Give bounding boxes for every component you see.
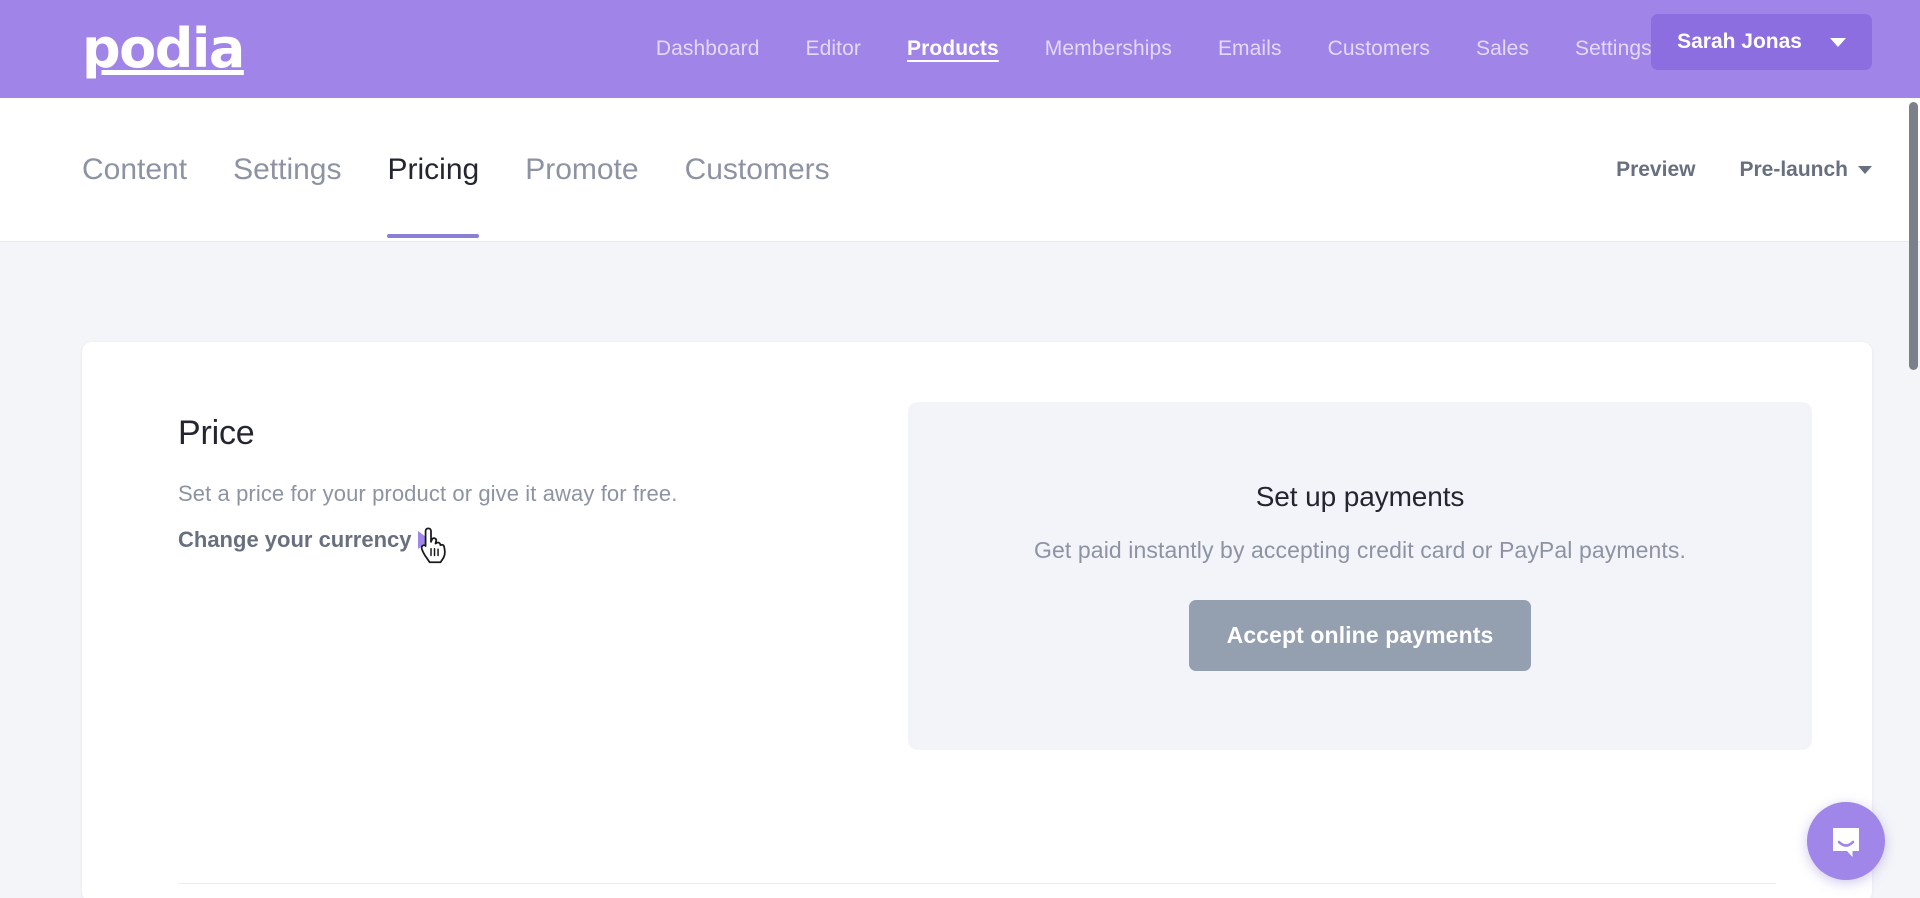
- change-currency-link[interactable]: Change your currency: [178, 527, 430, 553]
- setup-payments-panel: Set up payments Get paid instantly by ac…: [908, 402, 1812, 750]
- podia-logo[interactable]: podia: [82, 22, 245, 76]
- triangle-right-icon: [417, 531, 430, 549]
- main-header: podia Dashboard Editor Products Membersh…: [0, 0, 1920, 98]
- caret-down-icon: [1858, 165, 1872, 174]
- tab-promote[interactable]: Promote: [525, 98, 638, 241]
- tab-settings[interactable]: Settings: [233, 98, 341, 241]
- change-currency-label: Change your currency: [178, 527, 412, 552]
- account-name-label: Sarah Jonas: [1677, 30, 1802, 53]
- page-scrollbar[interactable]: [1908, 98, 1920, 898]
- tabbar-actions: Preview Pre-launch: [1616, 158, 1872, 182]
- page-title: Price: [178, 414, 255, 452]
- nav-item-customers[interactable]: Customers: [1328, 37, 1430, 61]
- preview-button[interactable]: Preview: [1616, 158, 1695, 182]
- nav-item-sales[interactable]: Sales: [1476, 37, 1529, 61]
- pricing-card-body: Price Set a price for your product or gi…: [82, 402, 1872, 750]
- price-section: Price Set a price for your product or gi…: [178, 402, 868, 750]
- nav-item-settings[interactable]: Settings: [1575, 37, 1652, 61]
- product-tabbar: Content Settings Pricing Promote Custome…: [0, 98, 1920, 242]
- tab-pricing[interactable]: Pricing: [387, 98, 479, 241]
- chevron-down-icon: [1830, 37, 1846, 47]
- pricing-card: Price Set a price for your product or gi…: [82, 342, 1872, 898]
- nav-item-memberships[interactable]: Memberships: [1045, 37, 1172, 61]
- chat-bubble-icon: [1833, 828, 1859, 857]
- nav-item-editor[interactable]: Editor: [806, 37, 861, 61]
- main-navigation: Dashboard Editor Products Memberships Em…: [656, 37, 1652, 61]
- scrollbar-thumb[interactable]: [1909, 102, 1918, 370]
- nav-item-dashboard[interactable]: Dashboard: [656, 37, 760, 61]
- chat-launcher-button[interactable]: [1807, 802, 1885, 880]
- account-menu-button[interactable]: Sarah Jonas: [1651, 14, 1872, 70]
- product-tabs: Content Settings Pricing Promote Custome…: [82, 98, 830, 241]
- price-description: Set a price for your product or give it …: [178, 481, 678, 506]
- prelaunch-label: Pre-launch: [1739, 157, 1848, 181]
- prelaunch-dropdown[interactable]: Pre-launch: [1739, 158, 1872, 182]
- setup-payments-description: Get paid instantly by accepting credit c…: [1034, 537, 1686, 563]
- tab-content[interactable]: Content: [82, 98, 187, 241]
- page-content: Price Set a price for your product or gi…: [0, 342, 1920, 898]
- nav-item-products[interactable]: Products: [907, 37, 999, 61]
- accept-online-payments-button[interactable]: Accept online payments: [1188, 600, 1532, 671]
- card-divider: [178, 883, 1776, 884]
- setup-payments-title: Set up payments: [1255, 481, 1465, 512]
- nav-item-emails[interactable]: Emails: [1218, 37, 1282, 61]
- tab-customers[interactable]: Customers: [685, 98, 830, 241]
